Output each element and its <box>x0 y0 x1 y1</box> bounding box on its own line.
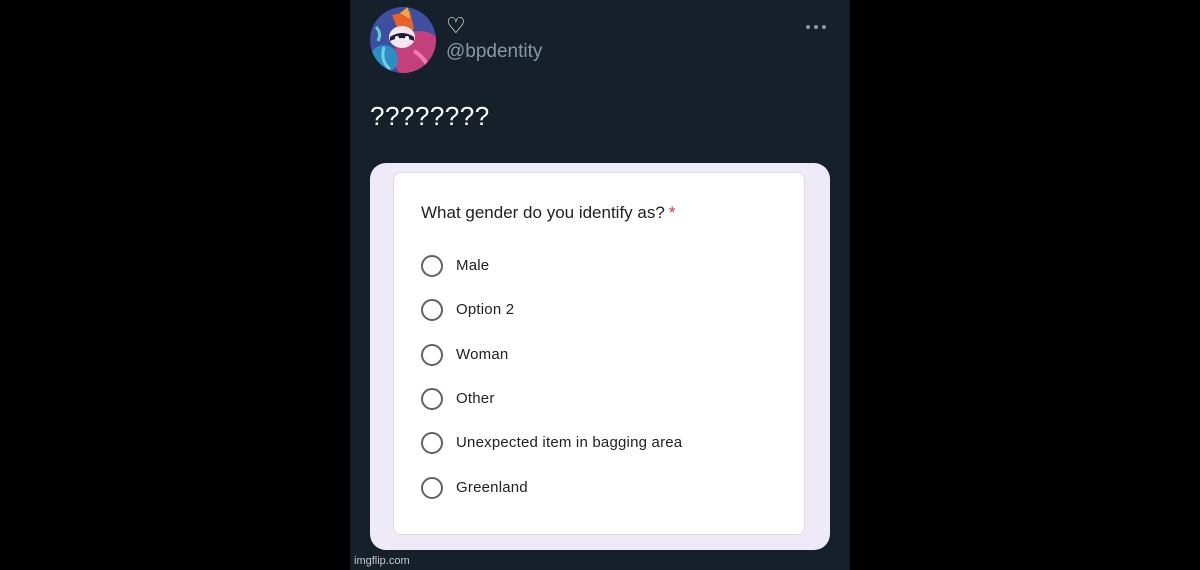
option-label: Greenland <box>456 479 528 496</box>
radio-circle-icon[interactable] <box>421 388 443 410</box>
radio-option-2[interactable]: Option 2 <box>421 299 791 325</box>
option-label: Option 2 <box>456 301 515 318</box>
question-text: What gender do you identify as? <box>421 203 665 222</box>
radio-circle-icon[interactable] <box>421 299 443 321</box>
option-label: Unexpected item in bagging area <box>456 434 683 451</box>
radio-option-unexpected-item[interactable]: Unexpected item in bagging area <box>421 432 791 458</box>
radio-circle-icon[interactable] <box>421 477 443 499</box>
google-form-question-card: What gender do you identify as? * Male Op… <box>393 172 805 535</box>
display-name[interactable]: ♡ <box>446 14 466 40</box>
imgflip-watermark: imgflip.com <box>354 555 410 567</box>
question-title: What gender do you identify as? * <box>421 202 675 224</box>
user-handle[interactable]: @bpdentity <box>446 41 542 63</box>
tweet-card: ♡ @bpdentity ???????? What gender do you… <box>350 0 850 570</box>
radio-option-greenland[interactable]: Greenland <box>421 477 791 503</box>
radio-option-other[interactable]: Other <box>421 388 791 414</box>
radio-circle-icon[interactable] <box>421 255 443 277</box>
option-label: Other <box>456 390 495 407</box>
more-horizontal-icon <box>806 25 826 29</box>
radio-option-male[interactable]: Male <box>421 255 791 281</box>
avatar-illustration-icon <box>370 7 436 73</box>
radio-circle-icon[interactable] <box>421 344 443 366</box>
option-label: Woman <box>456 346 509 363</box>
more-options-button[interactable] <box>802 17 830 37</box>
tweet-media-image[interactable]: What gender do you identify as? * Male Op… <box>370 163 830 550</box>
option-label: Male <box>456 257 490 274</box>
required-marker: * <box>668 203 676 222</box>
radio-option-woman[interactable]: Woman <box>421 344 791 370</box>
tweet-text: ???????? <box>370 101 490 131</box>
radio-circle-icon[interactable] <box>421 432 443 454</box>
user-avatar[interactable] <box>370 7 436 73</box>
screenshot-stage: ♡ @bpdentity ???????? What gender do you… <box>0 0 1200 570</box>
